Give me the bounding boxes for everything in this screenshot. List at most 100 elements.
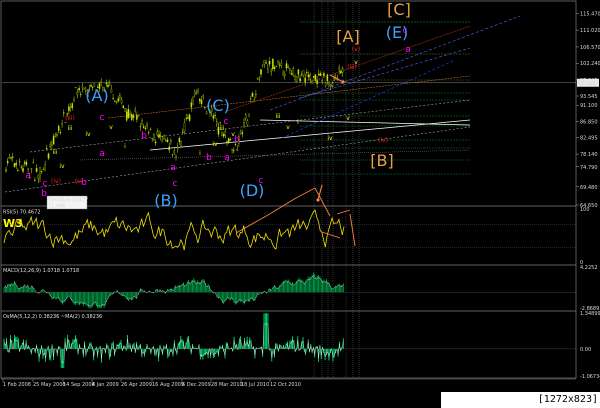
candle-body (324, 82, 327, 86)
wave-label-24: (iii) (65, 115, 75, 122)
time-tick-label-7: 28 Mar 2010 (211, 382, 243, 388)
candle-body (227, 138, 230, 143)
price-tick-label-11: 69.480 (580, 185, 598, 191)
wave-label-40: v (346, 115, 350, 122)
candle-body (302, 70, 305, 76)
candle-body (190, 102, 193, 108)
candle-body (192, 96, 194, 105)
candle-body (25, 161, 28, 166)
candle-body (272, 59, 274, 70)
candle-body (59, 132, 62, 134)
wave-label-13: b (41, 189, 47, 199)
rsi-arrow-6 (349, 213, 356, 247)
candle-body (100, 81, 102, 83)
wave-label-5: [A] (336, 27, 359, 46)
time-tick-label-6: 6 Dec 2009 (182, 382, 211, 388)
wave-label-41: v (354, 59, 358, 66)
candle-body (270, 69, 272, 72)
candle-body (280, 62, 283, 66)
candle-body (318, 73, 320, 76)
price-tick-label-5: 93.545 (580, 94, 598, 100)
wave-label-28: (v) (352, 46, 360, 53)
price-tick-label-10: 74.790 (580, 165, 598, 171)
candle-body (231, 148, 233, 150)
candle-body (134, 109, 136, 112)
candle-body (46, 148, 48, 149)
trendline-9 (79, 149, 471, 161)
wave-label-38: v (109, 124, 113, 131)
price-tick-label-8: 82.495 (580, 136, 598, 142)
rsi-annotation: W3 (3, 217, 23, 230)
candle-body (5, 169, 7, 171)
candle-body (243, 122, 245, 126)
candle-body (260, 69, 262, 75)
rsi-arrow-0 (235, 214, 269, 234)
candle-body (30, 168, 33, 170)
candle-body (44, 164, 46, 172)
candle-body (156, 131, 159, 136)
candle-body (251, 92, 254, 97)
candle-body (297, 69, 300, 75)
trendline-6 (149, 119, 471, 151)
candle-body (253, 99, 255, 102)
trendline-8 (281, 59, 456, 139)
candle-body (183, 122, 186, 132)
wave-label-20: c (173, 179, 178, 189)
candle-body (153, 134, 155, 140)
wave-label-45: i (297, 119, 299, 126)
time-tick-label-4: 26 Apr 2009 (121, 382, 152, 388)
candle-body (311, 81, 313, 84)
wave-label-15: b (206, 153, 212, 163)
candle-body (115, 101, 118, 103)
candle-body (122, 105, 125, 109)
candle-body (127, 108, 130, 119)
watermark: [1272x823] https://upic.me/ (441, 392, 600, 408)
candle-body (52, 136, 55, 145)
candle-body (263, 60, 266, 65)
candle-body (323, 73, 325, 76)
wave-label-10: a (170, 163, 176, 173)
candle-body (212, 115, 215, 119)
candle-body (78, 88, 80, 91)
wave-label-14: b (141, 131, 147, 141)
candle-body (195, 92, 198, 94)
candle-body (187, 117, 189, 119)
osma-tick-1: 0.00 (580, 347, 591, 353)
time-tick-label-1: 25 May 2008 (33, 382, 66, 388)
candle-body (165, 140, 167, 142)
candle-body (304, 77, 306, 83)
candle-body (171, 154, 174, 156)
candle-body (129, 113, 131, 115)
candle-body (15, 162, 17, 166)
candle-body (141, 120, 143, 125)
candle-body (239, 131, 242, 134)
candle-body (307, 74, 310, 78)
candle-body (226, 141, 228, 144)
candle-body (328, 83, 330, 86)
candle-body (222, 134, 225, 137)
wave-label-8: a (25, 171, 31, 181)
wave-label-2: (C) (206, 96, 230, 115)
candle-body (273, 67, 276, 69)
candle-body (119, 95, 121, 99)
candle-body (71, 103, 74, 109)
candle-body (136, 115, 138, 120)
candle-body (34, 179, 36, 181)
wave-label-11: a (224, 153, 230, 163)
candle-body (139, 126, 142, 128)
candle-body (64, 122, 67, 123)
candle-body (306, 72, 308, 73)
price-tick-label-2: 106.570 (580, 45, 600, 51)
wave-label-36: iv (327, 135, 333, 142)
wave-label-42: v (286, 124, 290, 131)
wave-label-19: c (43, 179, 48, 189)
candle-body (42, 169, 45, 170)
trendline-2 (107, 75, 471, 119)
trendline-label-value: 71.496 (48, 204, 66, 210)
rsi-tick-0: 100 (580, 207, 590, 213)
candle-body (248, 113, 250, 117)
candle-body (341, 68, 344, 73)
candle-body (108, 83, 111, 86)
candle-body (275, 66, 278, 68)
candle-body (329, 84, 332, 87)
